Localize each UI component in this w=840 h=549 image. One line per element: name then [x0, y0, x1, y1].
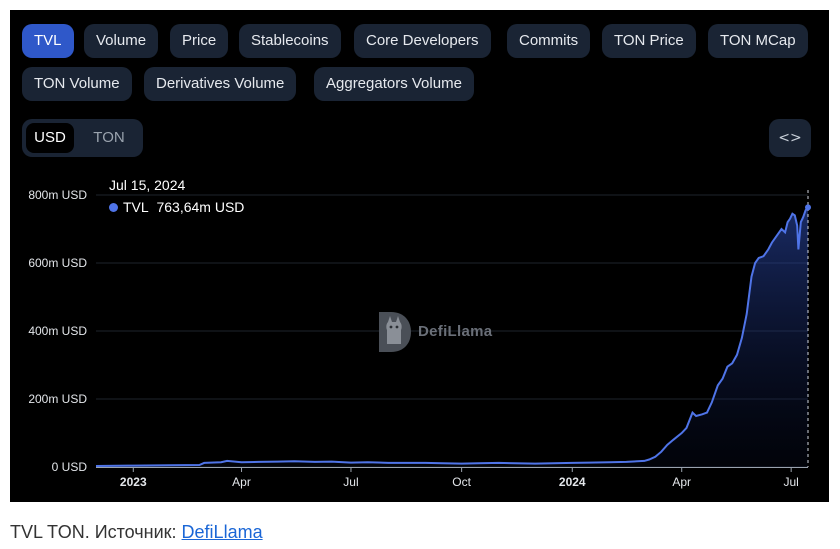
y-tick-label: 600m USD [28, 256, 87, 270]
x-tick-label: Jul [783, 475, 798, 489]
x-tick-label: Apr [232, 475, 251, 489]
tooltip-row: TVL 763,64m USD [109, 199, 244, 215]
y-tick-label: 0 USD [52, 460, 88, 474]
y-tick-label: 800m USD [28, 188, 87, 202]
source-link[interactable]: DefiLlama [182, 522, 263, 542]
x-tick-label: Apr [672, 475, 691, 489]
y-tick-label: 200m USD [28, 392, 87, 406]
x-tick-label: 2023 [120, 475, 147, 489]
x-tick-label: Jul [343, 475, 358, 489]
watermark-text: DefiLlama [418, 323, 493, 340]
llama-logo-icon [379, 312, 411, 352]
figure-caption: TVL TON. Источник: DefiLlama [10, 522, 263, 543]
tooltip-date: Jul 15, 2024 [109, 177, 186, 193]
caption-text: TVL TON. Источник: [10, 522, 182, 542]
tvl-chart[interactable]: 0 USD 200m USD 400m USD 600m USD 800m USD 20… [10, 10, 829, 502]
y-tick-label: 400m USD [28, 324, 87, 338]
tooltip-value: 763,64m USD [156, 199, 245, 215]
x-tick-label: 2024 [559, 475, 586, 489]
x-tick-label: Oct [452, 475, 471, 489]
tooltip-series-name: TVL [123, 199, 149, 215]
series-dot-icon [109, 203, 118, 212]
hover-point [805, 204, 811, 211]
chart-panel: TVL Volume Price Stablecoins Core Developers… [10, 10, 829, 502]
